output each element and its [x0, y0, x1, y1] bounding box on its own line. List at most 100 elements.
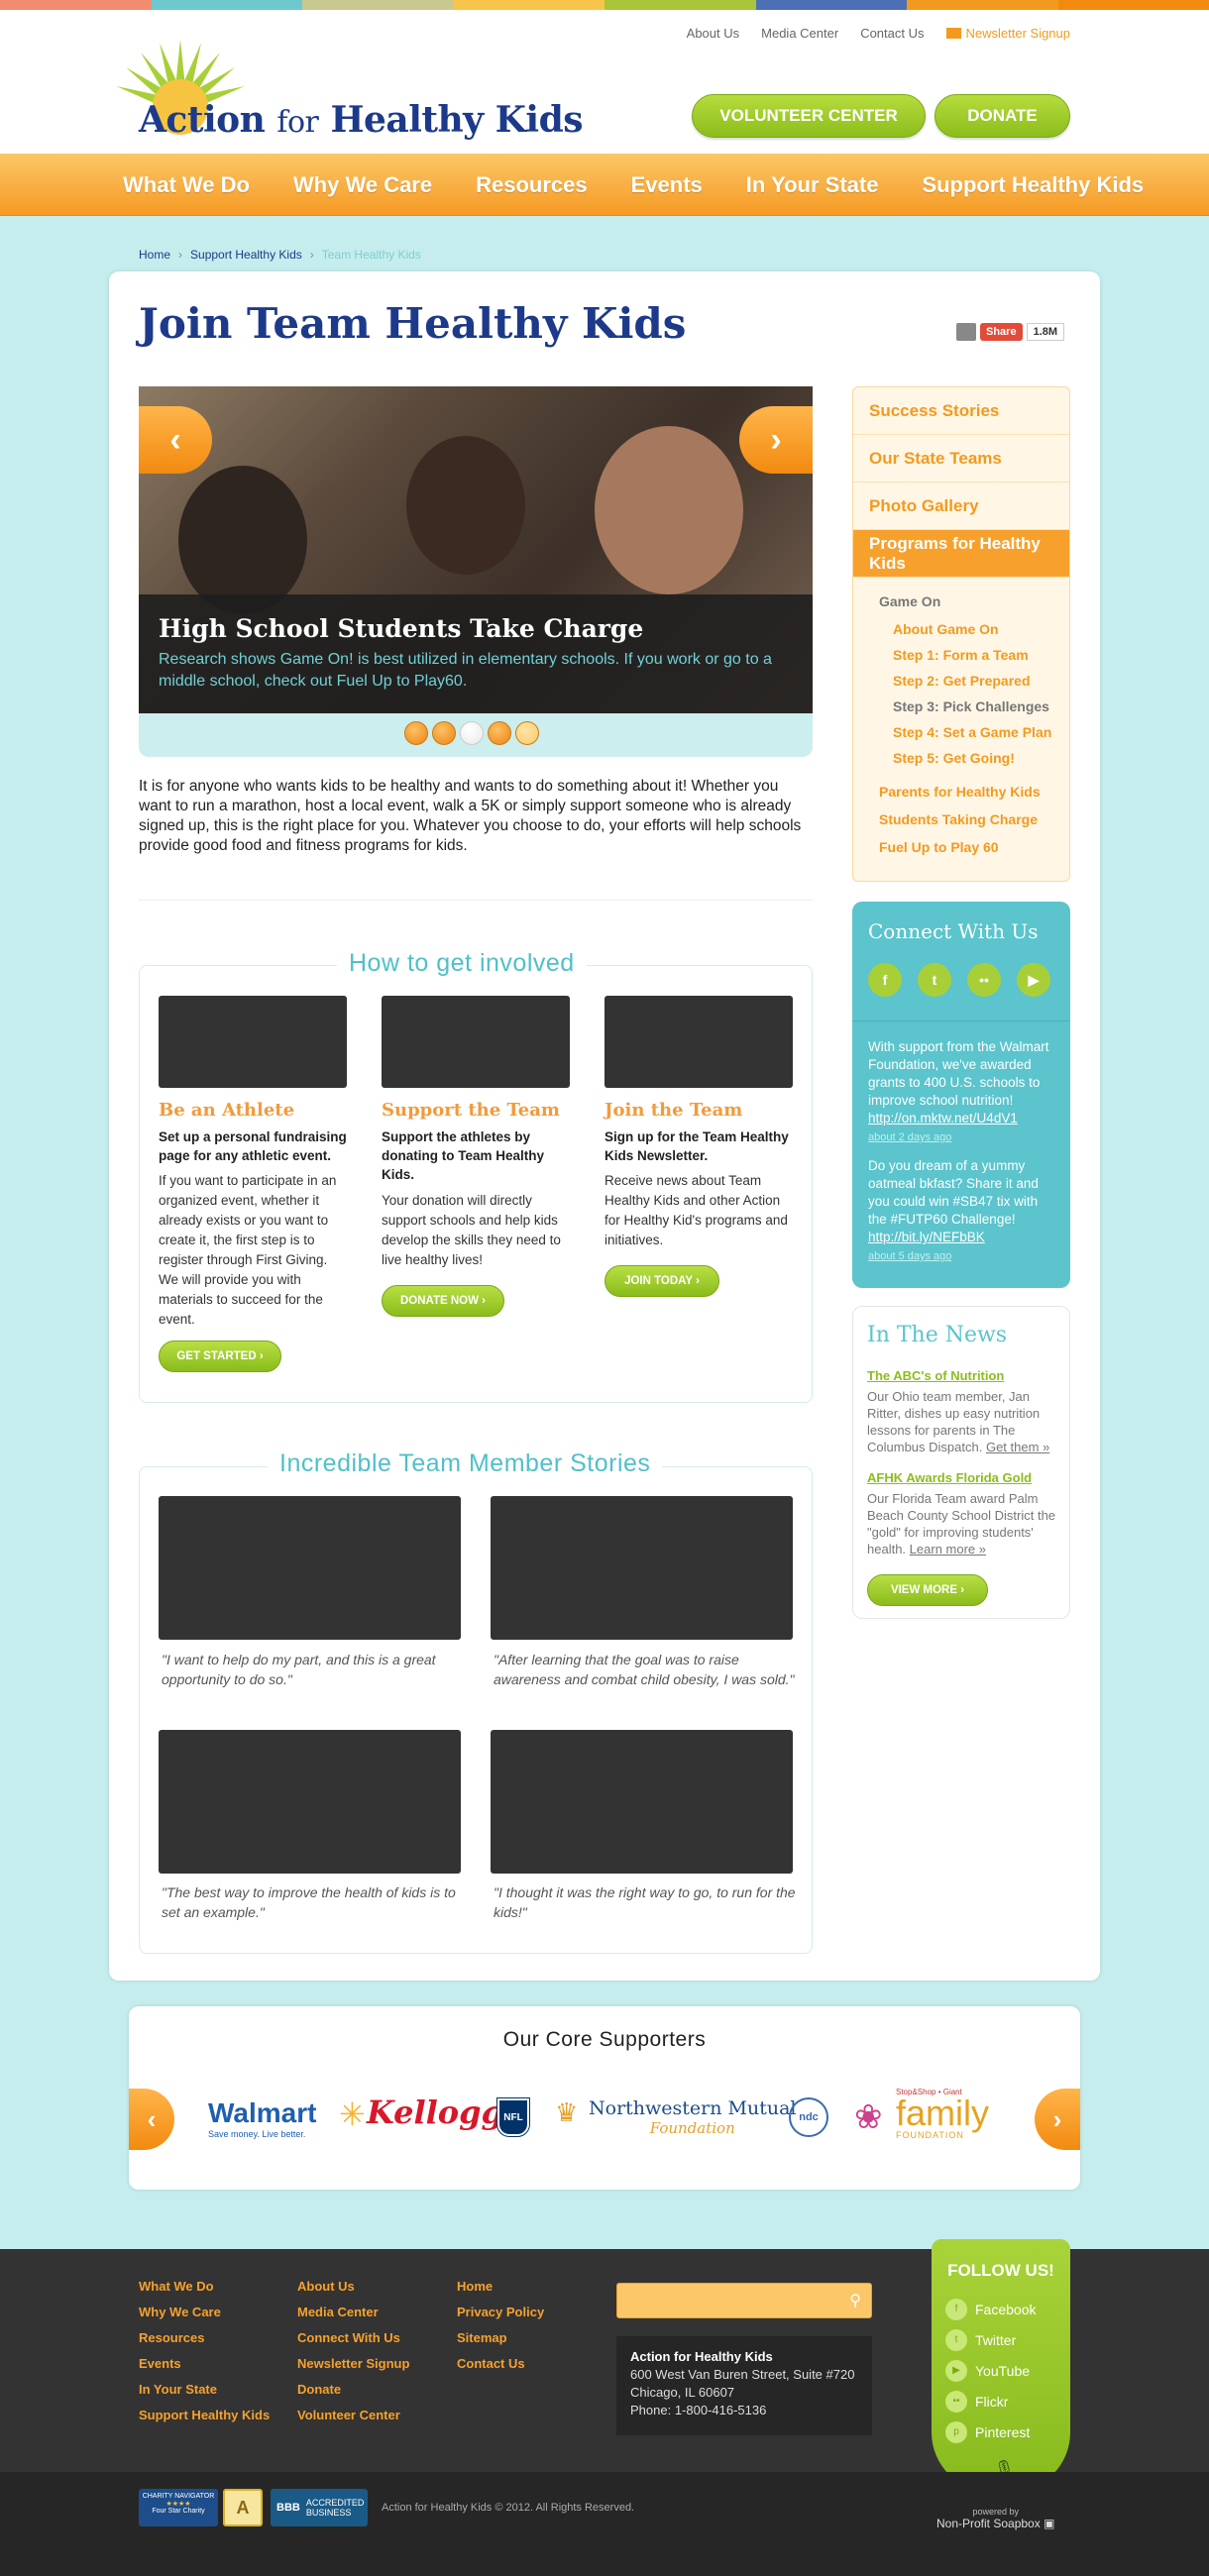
story-image[interactable]	[491, 1496, 793, 1640]
sidebar-sub-item[interactable]: Step 5: Get Going!	[893, 750, 1015, 766]
nav-events[interactable]: Events	[631, 172, 703, 198]
site-logo[interactable]: Action for Healthy Kids	[111, 38, 587, 147]
slide-text[interactable]: Research shows Game On! is best utilized…	[159, 649, 793, 693]
nav-support-healthy-kids[interactable]: Support Healthy Kids	[922, 172, 1144, 198]
youtube-icon[interactable]: ▶	[1017, 963, 1050, 997]
core-supporters: Our Core Supporters ‹ › Walmart Save mon…	[129, 2006, 1080, 2190]
view-more-button[interactable]: VIEW MORE ›	[867, 1574, 988, 1606]
slider-dot-active[interactable]	[460, 721, 484, 745]
tweet: Do you dream of a yummy oatmeal bkfast? …	[868, 1158, 1039, 1262]
footer-address: Action for Healthy Kids 600 West Van Bur…	[616, 2336, 872, 2435]
sidebar-item-photo-gallery[interactable]: Photo Gallery	[853, 483, 1069, 530]
northwestern-mutual-logo[interactable]: Northwestern Mutual Foundation	[589, 2097, 796, 2137]
supporters-next-button[interactable]: ›	[1035, 2089, 1080, 2150]
seal-badge[interactable]: A	[223, 2489, 263, 2526]
about-us-link[interactable]: About Us	[687, 26, 739, 41]
top-color-strip	[0, 0, 1209, 10]
twitter-icon[interactable]: t	[918, 963, 951, 997]
slider-dot[interactable]	[515, 721, 539, 745]
breadcrumb-support[interactable]: Support Healthy Kids	[190, 248, 302, 262]
news-headline[interactable]: The ABC's of Nutrition	[867, 1368, 1004, 1383]
donate-button[interactable]: DONATE	[934, 94, 1070, 138]
get-started-button[interactable]: GET STARTED ›	[159, 1341, 281, 1372]
utility-links: About Us Media Center Contact Us Newslet…	[687, 26, 1070, 41]
share-count: 1.8M	[1026, 323, 1065, 341]
divider	[139, 900, 813, 901]
footer-pinterest-link[interactable]: p Pinterest	[945, 2421, 1030, 2443]
charity-navigator-badge[interactable]: CHARITY NAVIGATOR ★★★★ Four Star Charity	[139, 2489, 218, 2526]
nav-what-we-do[interactable]: What We Do	[123, 172, 250, 198]
sidebar-item-programs[interactable]: Programs for Healthy Kids	[853, 530, 1069, 578]
share-bar: Share 1.8M	[956, 323, 1065, 341]
sidebar-sub-item[interactable]: About Game On	[893, 621, 999, 637]
slider-next-button[interactable]: ›	[739, 406, 813, 474]
walmart-logo[interactable]: Walmart Save money. Live better.	[208, 2097, 316, 2139]
stories-title: Incredible Team Member Stories	[268, 1449, 663, 1478]
ndc-logo[interactable]: ndc	[789, 2097, 828, 2137]
site-header: About Us Media Center Contact Us Newslet…	[0, 10, 1209, 154]
story-image[interactable]	[159, 1496, 461, 1640]
walmart-spark-icon: ✳	[339, 2096, 366, 2132]
volunteer-center-button[interactable]: VOLUNTEER CENTER	[692, 94, 926, 138]
donate-now-button[interactable]: DONATE NOW ›	[382, 1285, 504, 1317]
footer-col-2: About Us Media Center Connect With Us Newsl…	[297, 2279, 410, 2422]
follow-us-panel: FOLLOW US! f Facebook t Twitter ▶ YouTube •…	[932, 2239, 1070, 2492]
slider-prev-button[interactable]: ‹	[139, 406, 212, 474]
story-quote: "After learning that the goal was to rai…	[494, 1652, 795, 1687]
news-text: Our Ohio team member, Jan Ritter, dishes…	[867, 1389, 1050, 1454]
newsletter-signup-link[interactable]: Newsletter Signup	[945, 26, 1070, 41]
news-headline[interactable]: AFHK Awards Florida Gold	[867, 1470, 1032, 1485]
sidebar-sub-item-active[interactable]: Step 3: Pick Challenges	[893, 698, 1049, 714]
media-center-link[interactable]: Media Center	[761, 26, 838, 41]
nfl-logo[interactable]: NFL	[496, 2097, 530, 2137]
sidebar-item-state-teams[interactable]: Our State Teams	[853, 435, 1069, 483]
envelope-icon	[945, 28, 961, 39]
footer-facebook-link[interactable]: f Facebook	[945, 2299, 1036, 2320]
sidebar-item-fuel-up[interactable]: Fuel Up to Play 60	[879, 839, 999, 855]
family-foundation-logo[interactable]: Stop&Shop • Giant family FOUNDATION	[896, 2088, 989, 2140]
bbb-badge[interactable]: BBB ACCREDITED BUSINESS	[271, 2489, 368, 2526]
slider-dot[interactable]	[488, 721, 511, 745]
chevron-right-icon: ›	[770, 420, 782, 459]
sidebar-sub-item[interactable]: Step 4: Set a Game Plan	[893, 724, 1051, 740]
athlete-image	[159, 996, 347, 1088]
facebook-icon[interactable]: f	[868, 963, 902, 997]
nav-why-we-care[interactable]: Why We Care	[293, 172, 432, 198]
footer-twitter-link[interactable]: t Twitter	[945, 2329, 1016, 2351]
footer-search-input[interactable]: ⚲	[616, 2283, 872, 2318]
news-title: In The News	[867, 1323, 1008, 1347]
youtube-icon: ▶	[945, 2360, 967, 2382]
copyright: Action for Healthy Kids © 2012. All Righ…	[382, 2502, 635, 2514]
sidebar-item-parents[interactable]: Parents for Healthy Kids	[879, 784, 1041, 800]
story-image[interactable]	[491, 1730, 793, 1874]
breadcrumb-current: Team Healthy Kids	[321, 248, 421, 262]
nav-in-your-state[interactable]: In Your State	[746, 172, 879, 198]
footer-flickr-link[interactable]: •• Flickr	[945, 2391, 1008, 2413]
nav-resources[interactable]: Resources	[476, 172, 588, 198]
sidebar-item-students[interactable]: Students Taking Charge	[879, 811, 1038, 827]
slide-heading: High School Students Take Charge	[159, 614, 644, 643]
sidebar-sub-item[interactable]: Step 1: Form a Team	[893, 647, 1029, 663]
search-icon[interactable]: ⚲	[849, 2291, 861, 2310]
print-icon[interactable]	[956, 323, 976, 341]
flickr-icon[interactable]: ••	[967, 963, 1001, 997]
main-nav: What We Do Why We Care Resources Events …	[0, 154, 1209, 216]
breadcrumb-home[interactable]: Home	[139, 248, 170, 262]
news-widget: In The News The ABC's of Nutrition Our O…	[852, 1306, 1070, 1619]
sidebar-sub-game-on[interactable]: Game On	[879, 593, 940, 609]
story-image[interactable]	[159, 1730, 461, 1874]
contact-us-link[interactable]: Contact Us	[860, 26, 924, 41]
join-today-button[interactable]: JOIN TODAY ›	[604, 1265, 719, 1297]
supporters-prev-button[interactable]: ‹	[129, 2089, 174, 2150]
footer-youtube-link[interactable]: ▶ YouTube	[945, 2360, 1030, 2382]
chevron-right-icon: ›	[1052, 2103, 1062, 2134]
slider-dots	[404, 721, 539, 745]
share-button[interactable]: Share	[980, 323, 1023, 341]
slider-dot[interactable]	[432, 721, 456, 745]
sidebar-sub-item[interactable]: Step 2: Get Prepared	[893, 673, 1031, 689]
get-involved-title: How to get involved	[337, 949, 587, 978]
powered-by[interactable]: powered by Non-Profit Soapbox ▣	[936, 2507, 1054, 2530]
flickr-icon: ••	[945, 2391, 967, 2413]
slider-dot[interactable]	[404, 721, 428, 745]
sidebar-item-success-stories[interactable]: Success Stories	[853, 387, 1069, 435]
